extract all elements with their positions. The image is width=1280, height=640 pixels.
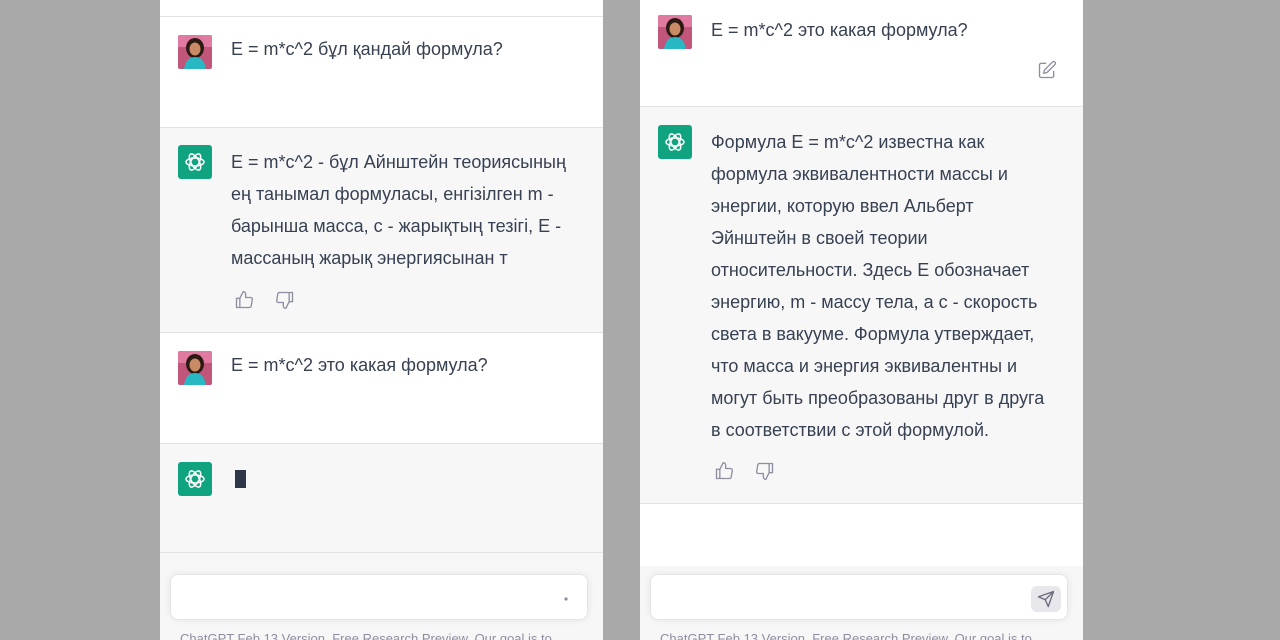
assistant-message-typing (160, 444, 603, 552)
user-message-text: E = m*c^2 это какая формула? (711, 20, 968, 40)
chat-panel-left: E = m*c^2 бұл қандай формула? E = m*c^2 … (160, 0, 603, 640)
text-line: могут быть преобразованы друг в друга (711, 388, 1045, 408)
user-message: E = m*c^2 это какая формула? (160, 333, 603, 443)
openai-logo-icon (658, 125, 692, 159)
thumbs-down-icon[interactable] (275, 290, 295, 310)
assistant-message: Формула E = m*c^2 известна как формула э… (640, 107, 1083, 503)
user-avatar (178, 35, 212, 69)
openai-logo-icon (178, 145, 212, 179)
text-line: энергии, которую ввел Альберт (711, 196, 974, 216)
user-avatar (658, 15, 692, 49)
edit-icon[interactable] (1037, 60, 1057, 80)
text-line: относительности. Здесь E обозначает (711, 260, 1030, 280)
thumbs-up-icon[interactable] (714, 461, 734, 481)
footer-text: ChatGPT Feb 13 Version. Free Research Pr… (180, 631, 552, 640)
loading-dot-icon (564, 597, 568, 601)
text-line: ең танымал формуласы, енгізілген m - (231, 184, 554, 204)
user-message: E = m*c^2 бұл қандай формула? (160, 17, 603, 127)
message-input-box[interactable] (170, 574, 588, 620)
thumbs-up-icon[interactable] (234, 290, 254, 310)
send-icon (1037, 590, 1055, 608)
text-line: света в вакууме. Формула утверждает, (711, 324, 1035, 344)
empty-area (640, 504, 1083, 566)
user-message-text: E = m*c^2 это какая формула? (231, 355, 488, 375)
text-line: энергию, m - массу тела, а c - скорость (711, 292, 1038, 312)
openai-logo-icon (178, 462, 212, 496)
message-input[interactable] (183, 585, 527, 613)
assistant-message: E = m*c^2 - бұл Айнштейн теориясының ең … (160, 128, 603, 332)
text-line: в соответствии с этой формулой. (711, 420, 990, 440)
user-message: E = m*c^2 это какая формула? (640, 0, 1083, 106)
user-message-text: E = m*c^2 бұл қандай формула? (231, 39, 503, 59)
user-avatar (178, 351, 212, 385)
previous-message-fragment (160, 0, 603, 16)
message-input-box[interactable] (650, 574, 1068, 620)
text-line: E = m*c^2 - бұл Айнштейн теориясының (231, 152, 566, 172)
text-line: барынша масса, c - жарықтың тезігі, E - (231, 216, 562, 236)
footer-text: ChatGPT Feb 13 Version. Free Research Pr… (660, 631, 1032, 640)
text-line: что масса и энергия эквивалентны и (711, 356, 1018, 376)
text-line: Формула E = m*c^2 известна как (711, 132, 985, 152)
send-button-loading (551, 586, 581, 612)
message-input[interactable] (663, 585, 1007, 613)
assistant-message-text: Формула E = m*c^2 известна как формула э… (711, 126, 1066, 446)
text-line: Эйнштейн в своей теории (711, 228, 928, 248)
send-button[interactable] (1031, 586, 1061, 612)
thumbs-down-icon[interactable] (755, 461, 775, 481)
text-line: массаның жарық энергиясынан т (231, 248, 508, 268)
divider (160, 552, 603, 553)
typing-cursor (235, 470, 246, 488)
text-line: формула эквивалентности массы и (711, 164, 1008, 184)
chat-panel-right: E = m*c^2 это какая формула? Формула E =… (640, 0, 1083, 640)
assistant-message-text: E = m*c^2 - бұл Айнштейн теориясының ең … (231, 146, 586, 274)
